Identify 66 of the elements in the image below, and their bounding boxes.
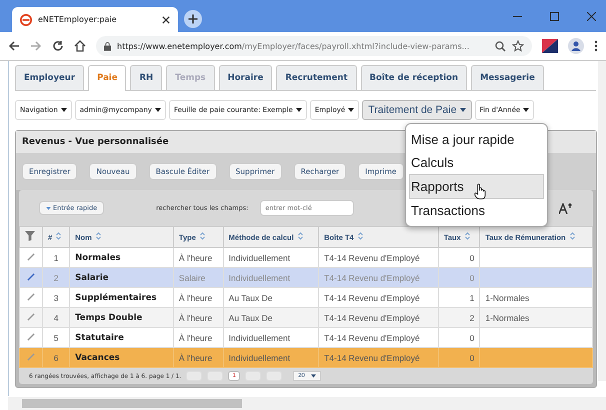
caret-icon: [60, 108, 67, 112]
table-row[interactable]: 2 Salarie Salaire Individuellement T4-14 Revenu d'Employé 0: [20, 268, 592, 288]
sort-icon: [96, 232, 101, 240]
menu-item[interactable]: Transactions: [410, 199, 543, 222]
hand-cursor-icon: [474, 183, 487, 200]
new-tab-icon[interactable]: [184, 10, 202, 28]
dropdown-button[interactable]: Traitement de Paie: [362, 100, 472, 120]
tab-title: eNETEmployer:paie: [38, 15, 118, 24]
caret-icon: [348, 108, 354, 112]
edit-icon[interactable]: [27, 312, 35, 320]
maximize-icon[interactable]: [550, 12, 559, 20]
star-icon[interactable]: [512, 40, 524, 52]
reload-icon[interactable]: [52, 40, 64, 52]
close-icon[interactable]: [162, 16, 170, 24]
table-cell: À l'heure: [173, 348, 224, 368]
table-row[interactable]: 6 Vacances À l'heure Individuellement T4-14 Revenu d'Employé 0: [20, 348, 592, 368]
home-icon[interactable]: [74, 40, 86, 52]
lock-icon: [104, 42, 111, 50]
zoom-icon[interactable]: [495, 40, 506, 52]
caret-icon: [296, 108, 302, 112]
table-cell: Individuellement: [223, 348, 319, 368]
sort-icon: [200, 232, 205, 240]
table-cell: T4-14 Revenu d'Employé: [318, 348, 438, 368]
logo-icon: [20, 14, 32, 26]
forward-icon[interactable]: [30, 40, 42, 52]
nav-tab[interactable]: Messagerie: [471, 65, 544, 90]
menu-icon[interactable]: [594, 40, 598, 52]
horizontal-scrollbar[interactable]: [8, 397, 606, 410]
table-row[interactable]: 3 Supplémentaires À l'heure Au Taux De T4-14 Revenu d'Employé 1 1-Normales: [20, 288, 592, 308]
nav-tab[interactable]: Horaire: [218, 65, 272, 90]
sort-icon: [358, 232, 363, 240]
filter-icon[interactable]: [25, 231, 35, 241]
profile-icon[interactable]: [568, 38, 584, 54]
caret-icon: [46, 206, 51, 210]
table-cell: 6: [42, 348, 70, 368]
vertical-scrollbar[interactable]: [598, 61, 606, 381]
nav-tab[interactable]: RH: [130, 65, 162, 90]
sort-icon: [570, 232, 575, 240]
caret-icon: [523, 108, 530, 112]
font-size-icon[interactable]: [559, 202, 573, 214]
extension-icon[interactable]: [542, 39, 558, 53]
edit-icon[interactable]: [27, 332, 35, 340]
nav-tab[interactable]: Boîte de réception: [360, 65, 468, 90]
caret-icon: [154, 108, 161, 112]
address-bar[interactable]: https://www.enetemployer.com/myEmployer/faces/payroll.xhtml?include-view-params...: [96, 36, 532, 56]
sort-icon: [298, 232, 303, 240]
menu-item[interactable]: Mise a jour rapide: [410, 128, 543, 151]
sort-icon: [464, 232, 470, 240]
table-cell: Vacances: [70, 348, 174, 368]
caret-icon: [460, 108, 466, 112]
caret-icon: [310, 374, 316, 378]
table-row[interactable]: 4 Temps Double À l'heure Au Taux De T4-14 Revenu d'Employé 2 1-Normales: [20, 308, 592, 328]
nav-tab[interactable]: Recrutement: [276, 65, 357, 90]
back-icon[interactable]: [8, 40, 20, 52]
nav-tab[interactable]: Employeur: [15, 65, 84, 90]
menu-item[interactable]: Rapports: [409, 174, 544, 199]
edit-icon[interactable]: [27, 292, 35, 300]
table-row[interactable]: 5 Statutaire À l'heure Individuellement T4-14 Revenu d'Employé 0: [20, 328, 592, 348]
table-cell: 0: [438, 348, 480, 368]
menu-item[interactable]: Calculs: [410, 151, 543, 174]
sort-icon: [56, 232, 62, 240]
edit-icon[interactable]: [27, 272, 35, 280]
table-row[interactable]: 1 Normales À l'heure Individuellement T4-14 Revenu d'Employé 0: [20, 248, 592, 268]
url-text: https://www.enetemployer.com/myEmployer/faces/payroll.xhtml?include-view-params...: [117, 42, 470, 50]
edit-icon[interactable]: [27, 252, 35, 260]
browser-tab[interactable]: eNETEmployer:paie: [12, 7, 178, 32]
